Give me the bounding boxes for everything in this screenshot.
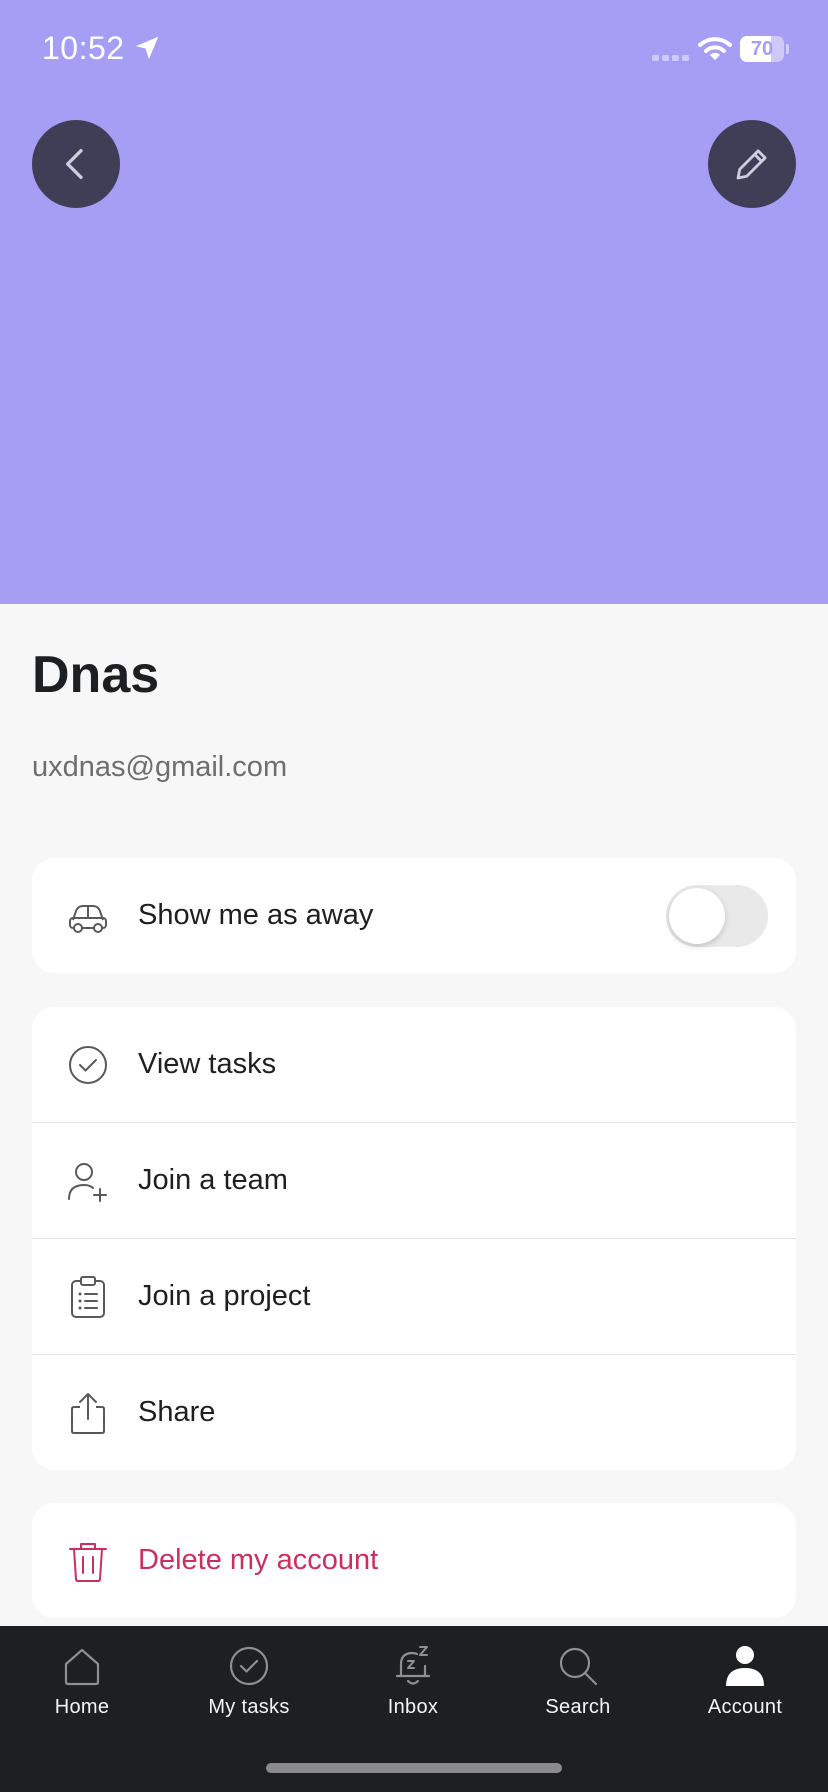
share-icon bbox=[71, 1392, 105, 1434]
menu-item-label: Join a team bbox=[138, 1164, 288, 1196]
home-indicator bbox=[266, 1763, 562, 1773]
car-icon bbox=[69, 904, 107, 933]
tab-inbox[interactable]: Inbox bbox=[343, 1626, 483, 1746]
pencil-icon bbox=[736, 149, 767, 180]
tab-label: Home bbox=[54, 1696, 110, 1718]
tab-search[interactable]: Search bbox=[508, 1626, 648, 1746]
tab-home[interactable]: Home bbox=[12, 1626, 152, 1746]
bottom-tab-bar: Home My tasks Inbox Search Account bbox=[0, 1626, 828, 1792]
tab-my-tasks[interactable]: My tasks bbox=[179, 1626, 319, 1746]
menu-item-join-team[interactable]: Join a team bbox=[32, 1122, 796, 1238]
tab-label: Account bbox=[707, 1696, 783, 1718]
profile-name: Dnas bbox=[32, 646, 160, 704]
tab-label: Inbox bbox=[387, 1696, 439, 1718]
back-button[interactable] bbox=[32, 120, 120, 208]
menu-item-label: View tasks bbox=[138, 1048, 277, 1080]
chevron-left-icon bbox=[66, 149, 83, 179]
show-me-as-away-row[interactable]: Show me as away bbox=[32, 858, 796, 973]
battery-level: 70 bbox=[750, 38, 774, 60]
edit-profile-button[interactable] bbox=[708, 120, 796, 208]
location-arrow-icon bbox=[135, 36, 159, 60]
user-plus-icon bbox=[68, 1162, 107, 1202]
menu-item-share[interactable]: Share bbox=[32, 1354, 796, 1470]
user-icon bbox=[726, 1646, 764, 1686]
search-icon bbox=[559, 1647, 598, 1686]
trash-icon bbox=[69, 1542, 107, 1582]
bell-snooze-icon bbox=[395, 1646, 431, 1685]
check-circle-icon bbox=[69, 1045, 107, 1084]
away-toggle-knob bbox=[669, 887, 725, 944]
account-menu-card: View tasks Join a team Join a project Sh… bbox=[32, 1007, 796, 1470]
away-status-card: Show me as away bbox=[32, 858, 796, 973]
battery-icon: 70 bbox=[740, 36, 789, 62]
delete-account-label: Delete my account bbox=[138, 1544, 379, 1576]
delete-account-row[interactable]: Delete my account bbox=[32, 1503, 796, 1618]
menu-item-label: Share bbox=[138, 1396, 216, 1428]
tab-label: Search bbox=[545, 1696, 611, 1718]
home-icon bbox=[64, 1648, 100, 1686]
menu-item-label: Join a project bbox=[138, 1280, 311, 1312]
menu-item-join-project[interactable]: Join a project bbox=[32, 1238, 796, 1354]
show-me-as-away-label: Show me as away bbox=[138, 899, 374, 931]
wifi-icon bbox=[698, 37, 732, 60]
menu-item-view-tasks[interactable]: View tasks bbox=[32, 1007, 796, 1122]
tab-label: My tasks bbox=[208, 1696, 290, 1718]
profile-email: uxdnas@gmail.com bbox=[32, 751, 288, 783]
check-circle-icon bbox=[229, 1646, 269, 1686]
away-toggle[interactable] bbox=[666, 884, 768, 947]
delete-account-card: Delete my account bbox=[32, 1503, 796, 1618]
clipboard-list-icon bbox=[71, 1275, 105, 1318]
status-time: 10:52 bbox=[42, 30, 125, 66]
status-bar: 10:52 70 bbox=[0, 0, 828, 100]
tab-account[interactable]: Account bbox=[675, 1626, 815, 1746]
signal-icon bbox=[652, 55, 689, 61]
